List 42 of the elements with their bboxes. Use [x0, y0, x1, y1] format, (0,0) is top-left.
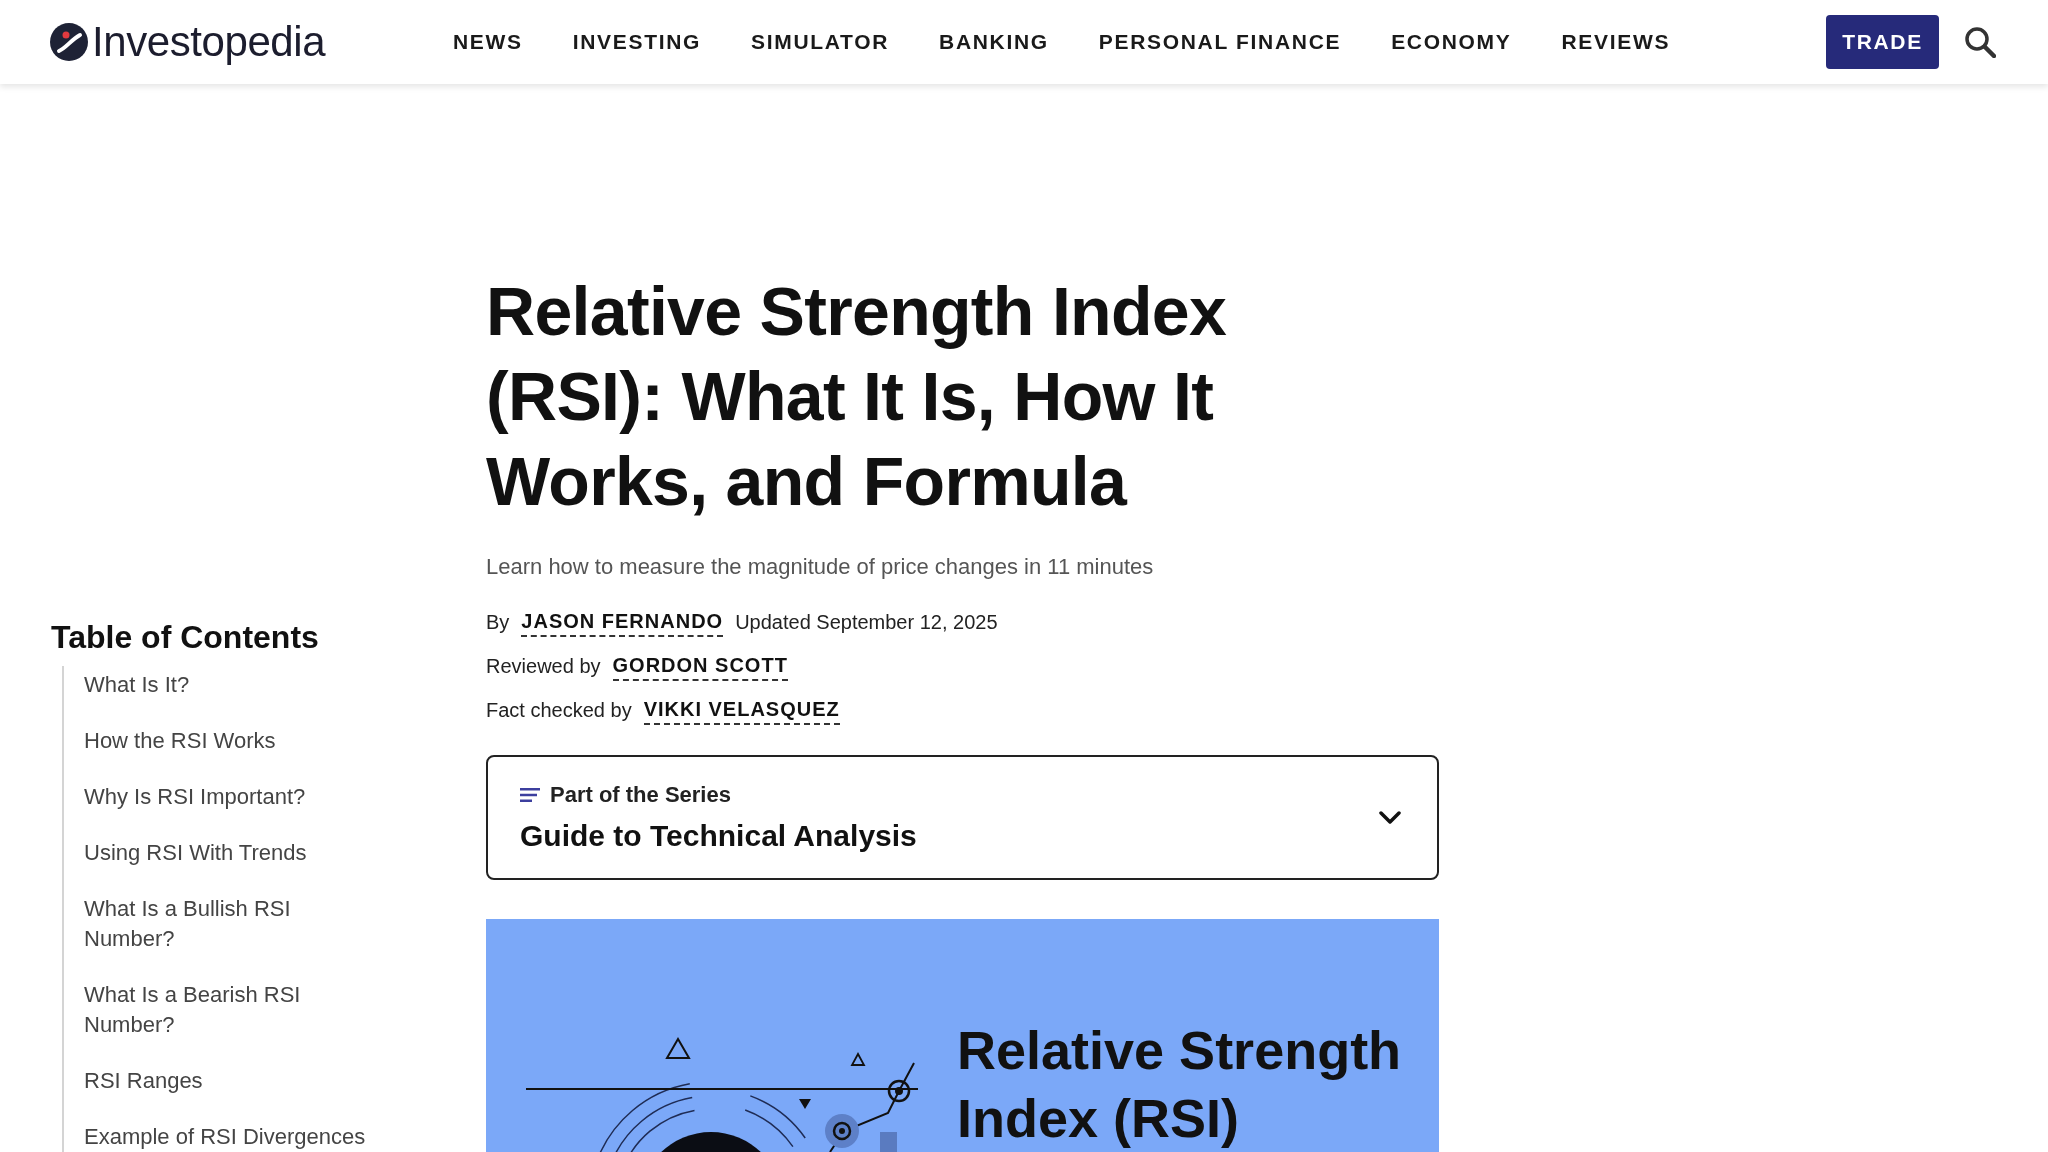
bar: [880, 1132, 897, 1152]
byline-label: By: [486, 610, 510, 635]
article-title: Relative Strength Index (RSI): What It Is, How It Works, and Formula: [486, 272, 1228, 521]
list-icon: [520, 787, 540, 802]
toc-link[interactable]: RSI Ranges: [84, 1066, 374, 1096]
toc-link[interactable]: What Is a Bullish RSI Number?: [84, 894, 374, 954]
toc-link[interactable]: Using RSI With Trends: [84, 838, 374, 868]
toc-link[interactable]: Example of RSI Divergences: [84, 1122, 374, 1152]
byline-label: Reviewed by: [486, 654, 601, 679]
nav-link[interactable]: ECONOMY: [1391, 26, 1512, 58]
chevron-down-icon[interactable]: [1379, 810, 1401, 825]
toc-title: Table of Contents: [51, 618, 320, 657]
ring-marker: [887, 1079, 911, 1103]
toc-link[interactable]: How the RSI Works: [84, 726, 374, 756]
nav-link[interactable]: PERSONAL FINANCE: [1098, 26, 1342, 58]
triangle-marker: [850, 1052, 866, 1066]
person-link[interactable]: VIKKI VELASQUEZ: [643, 695, 840, 725]
byline-label: Fact checked by: [486, 698, 632, 723]
nav-link[interactable]: REVIEWS: [1561, 26, 1671, 58]
arc-line: [749, 1095, 806, 1139]
person-link[interactable]: JASON FERNANDO: [521, 607, 724, 637]
ring-marker: [825, 1114, 859, 1148]
nav-link[interactable]: INVESTING: [572, 26, 702, 58]
arc-line: [744, 1109, 794, 1148]
updated-date: Updated September 12, 2025: [735, 610, 998, 635]
nav-link[interactable]: NEWS: [453, 26, 523, 58]
toc-link[interactable]: What Is It?: [84, 670, 374, 700]
toc-link[interactable]: What Is a Bearish RSI Number?: [84, 980, 374, 1040]
logo-icon[interactable]: [50, 23, 88, 61]
person-link[interactable]: GORDON SCOTT: [612, 651, 788, 681]
search-icon[interactable]: [1964, 26, 1996, 58]
toc-link[interactable]: Why Is RSI Important?: [84, 782, 374, 812]
logo-text[interactable]: Investopedia: [92, 21, 326, 63]
series-label: Part of the Series: [550, 780, 731, 809]
down-triangle-marker: [799, 1099, 811, 1109]
illustration-title: Relative Strength Index (RSI): [957, 1019, 1403, 1150]
article-subtitle: Learn how to measure the magnitude of price changes in 11 minutes: [486, 553, 1155, 581]
triangle-marker: [665, 1037, 691, 1059]
nav-link[interactable]: SIMULATOR: [751, 26, 890, 58]
trade-button[interactable]: TRADE: [1826, 15, 1939, 69]
series-title[interactable]: Guide to Technical Analysis: [520, 815, 917, 856]
nav-link[interactable]: BANKING: [939, 26, 1049, 58]
